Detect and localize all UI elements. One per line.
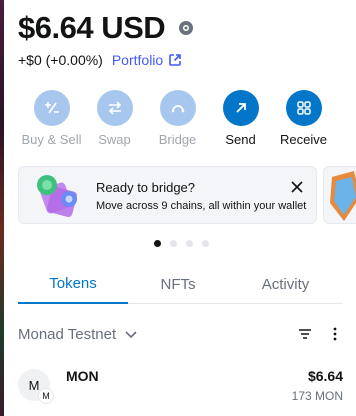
bridge-icon: [159, 90, 196, 126]
eye-icon[interactable]: [177, 19, 195, 37]
plus-minus-icon: [33, 90, 70, 126]
balance-change-row: +$0 (+0.00%) Portfolio: [18, 52, 182, 68]
network-badge: M: [38, 388, 54, 404]
next-promo-card[interactable]: [323, 166, 356, 224]
carousel-dot[interactable]: [170, 240, 177, 247]
qr-code-icon: [285, 90, 322, 126]
external-link-icon: [169, 54, 182, 66]
promo-illustration: [330, 171, 356, 221]
more-options-icon[interactable]: [327, 326, 343, 342]
balance-header: $6.64 USD: [18, 10, 195, 46]
send-label: Send: [225, 132, 256, 147]
bridge-label: Bridge: [158, 132, 197, 147]
carousel-dot[interactable]: [186, 240, 193, 247]
swap-arrows-icon: [96, 90, 133, 126]
background-strip: [0, 0, 4, 416]
carousel-dot[interactable]: [202, 240, 209, 247]
close-icon[interactable]: [290, 180, 304, 194]
tab-activity[interactable]: Activity: [228, 264, 343, 304]
token-amount: 173 MON: [291, 389, 343, 403]
bridge-promo-card[interactable]: Ready to bridge? Move across 9 chains, a…: [18, 166, 317, 224]
action-buttons: Buy & Sell Swap Bridge Send Receive: [20, 90, 335, 147]
tab-nfts[interactable]: NFTs: [128, 264, 228, 304]
swap-button[interactable]: Swap: [83, 90, 146, 147]
token-row[interactable]: M M MON $6.64 173 MON: [18, 364, 343, 408]
wallet-tabs: Tokens NFTs Activity: [18, 264, 343, 304]
balance-change: +$0 (+0.00%): [18, 52, 103, 68]
portfolio-label: Portfolio: [111, 52, 164, 68]
buy-sell-label: Buy & Sell: [21, 132, 82, 147]
receive-label: Receive: [280, 132, 327, 147]
bridge-button[interactable]: Bridge: [146, 90, 209, 147]
arrow-up-right-icon: [222, 90, 259, 126]
sort-filter-icon[interactable]: [297, 326, 313, 342]
tab-tokens[interactable]: Tokens: [18, 264, 128, 304]
portfolio-link[interactable]: Portfolio: [112, 52, 182, 68]
banner-title: Ready to bridge?: [96, 180, 196, 195]
token-fiat-value: $6.64: [307, 368, 343, 384]
network-selector[interactable]: Monad Testnet: [18, 326, 116, 343]
buy-sell-button[interactable]: Buy & Sell: [20, 90, 83, 147]
total-balance: $6.64 USD: [18, 10, 166, 45]
network-filter-row: Monad Testnet: [18, 322, 343, 346]
swap-label: Swap: [98, 132, 131, 147]
receive-button[interactable]: Receive: [272, 90, 335, 147]
carousel-dot[interactable]: [154, 240, 161, 247]
carousel-indicator: [154, 240, 218, 247]
send-button[interactable]: Send: [209, 90, 272, 147]
bridge-illustration: [37, 175, 78, 218]
chevron-down-icon[interactable]: [124, 327, 138, 341]
banner-description: Move across 9 chains, all within your wa…: [96, 200, 307, 212]
token-symbol: MON: [66, 368, 99, 384]
